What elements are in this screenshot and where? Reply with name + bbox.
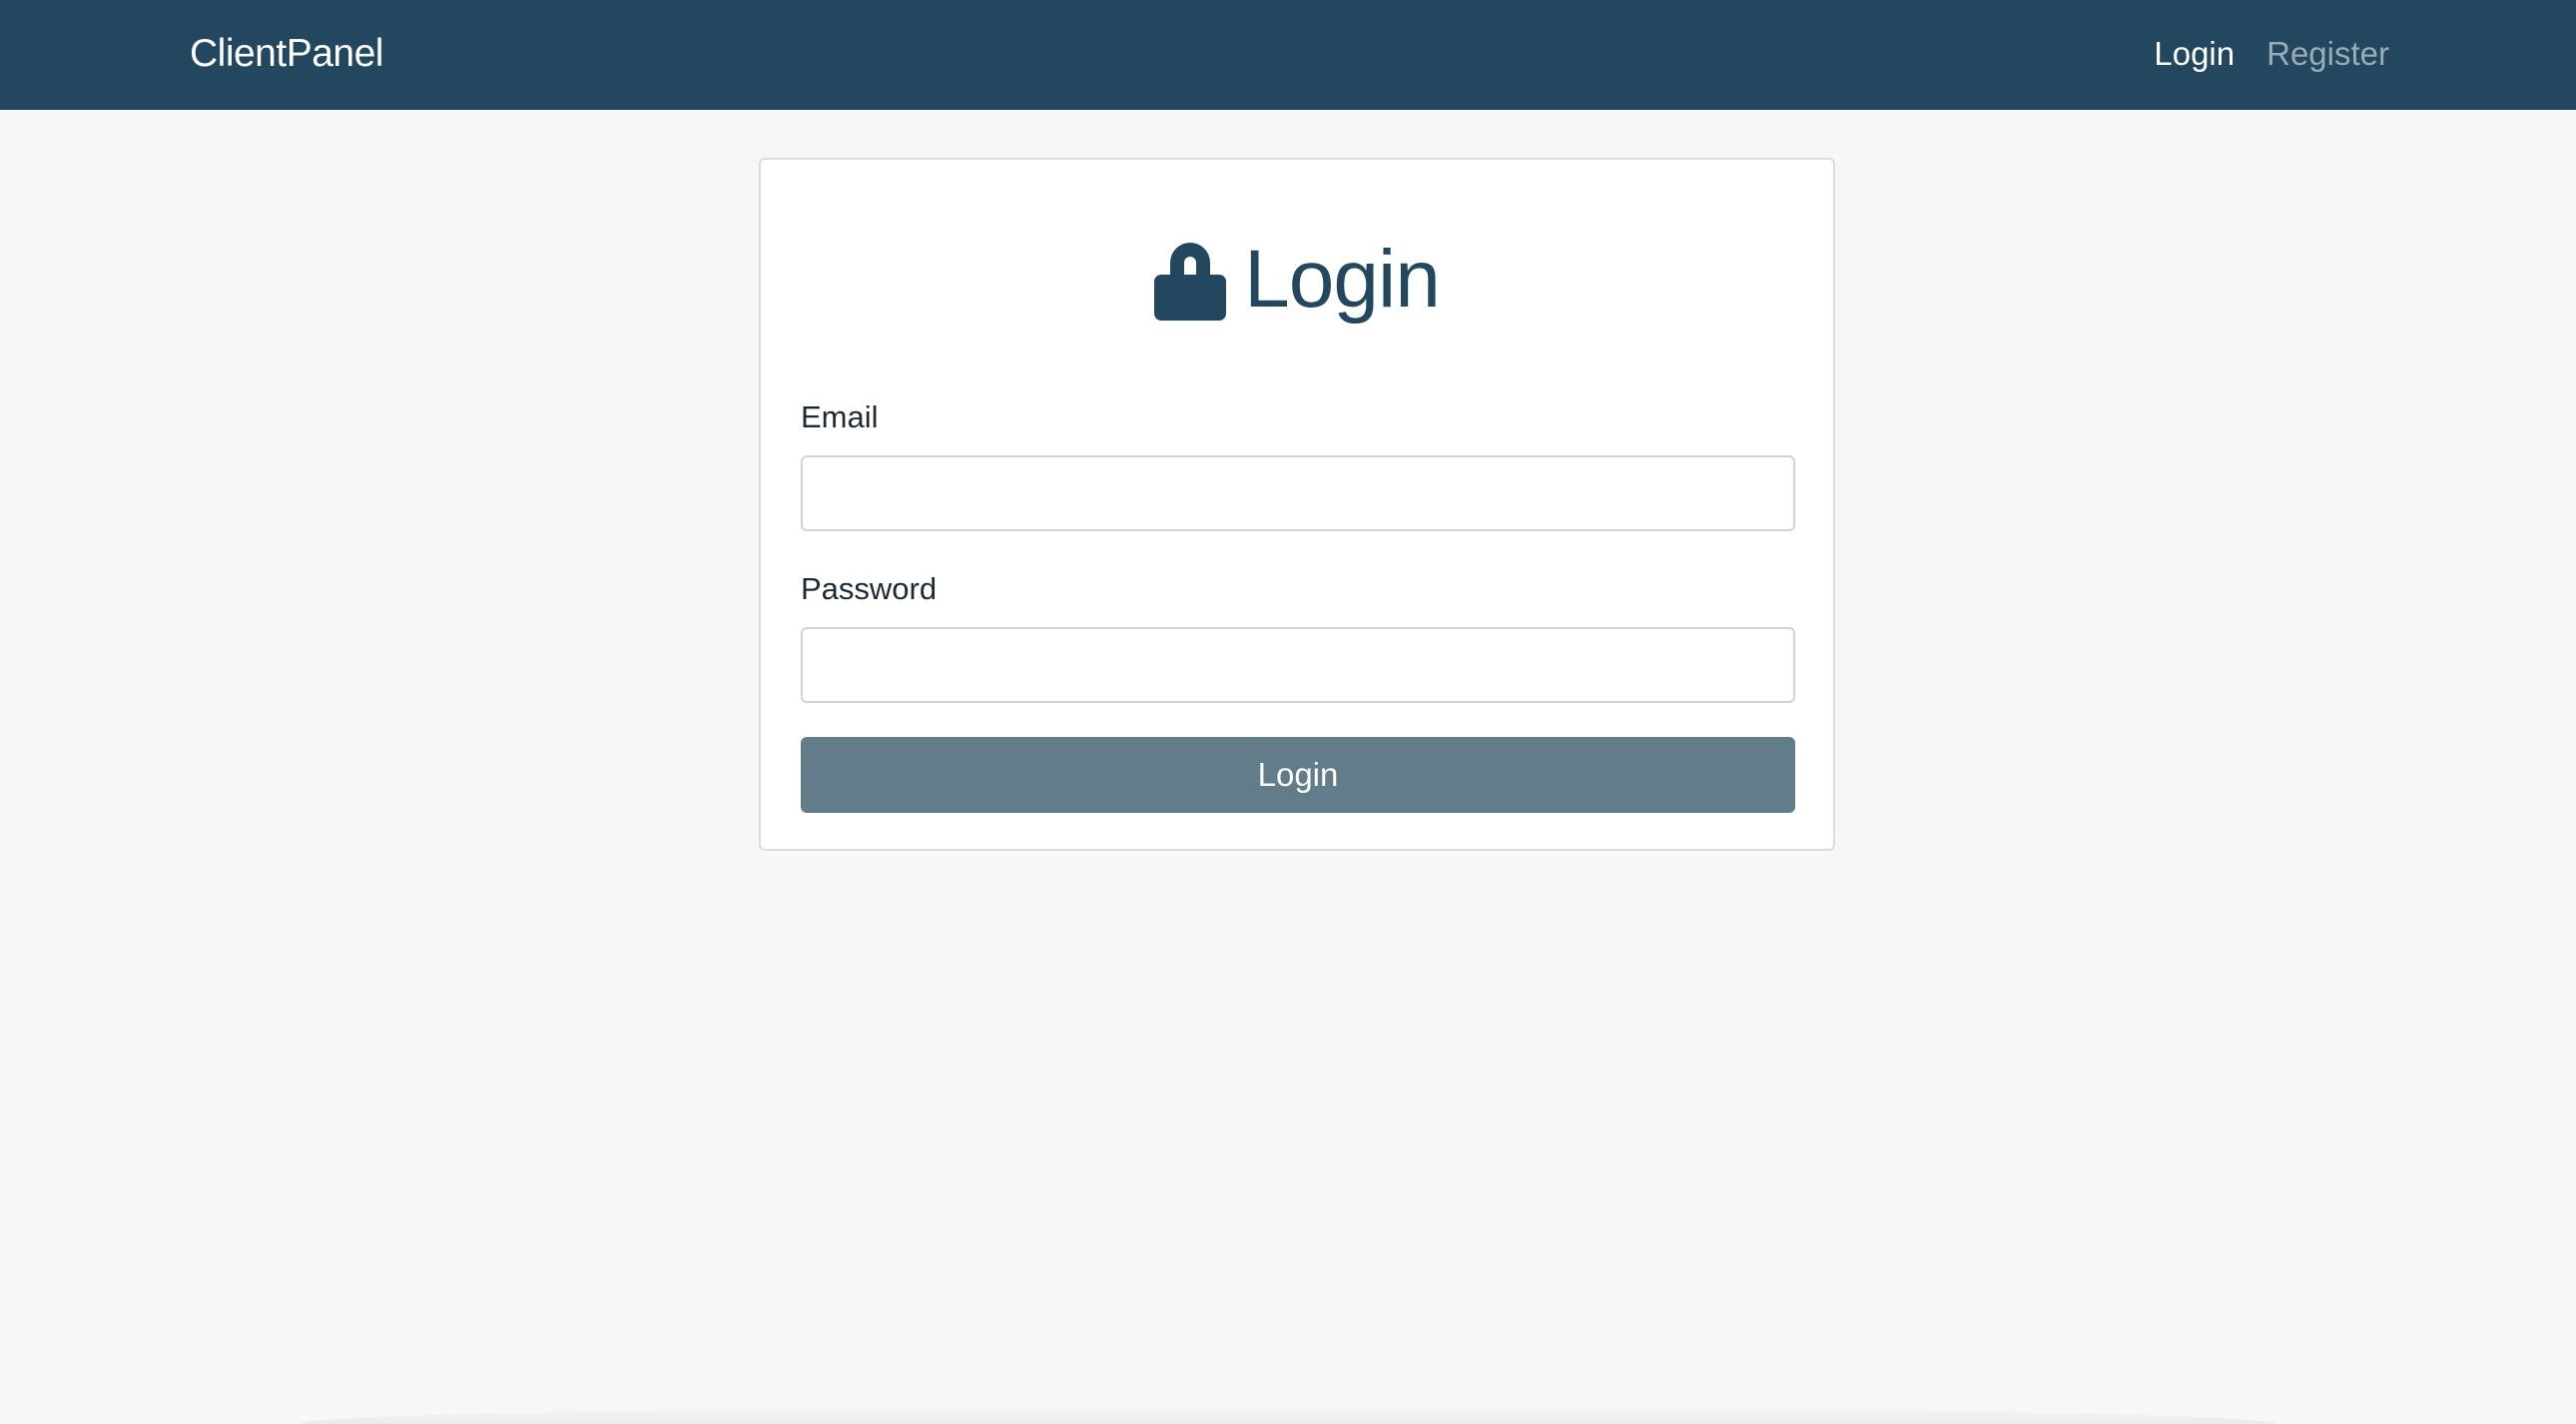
password-input[interactable]	[801, 627, 1795, 703]
top-navbar: ClientPanel Login Register	[0, 0, 2576, 110]
email-label: Email	[801, 399, 879, 434]
login-card: Login Email Password Login	[759, 158, 1835, 851]
nav-links: Login Register	[2154, 30, 2389, 78]
nav-register-link[interactable]: Register	[2266, 30, 2389, 78]
brand-link[interactable]: ClientPanel	[190, 28, 383, 80]
lock-icon	[1154, 243, 1227, 321]
login-submit-button[interactable]: Login	[801, 737, 1795, 813]
nav-login-link[interactable]: Login	[2154, 30, 2235, 78]
login-heading: Login	[761, 232, 1833, 328]
password-label: Password	[801, 571, 938, 606]
email-input[interactable]	[801, 455, 1795, 531]
bottom-shadow	[300, 1406, 2276, 1424]
login-title: Login	[1244, 234, 1441, 325]
